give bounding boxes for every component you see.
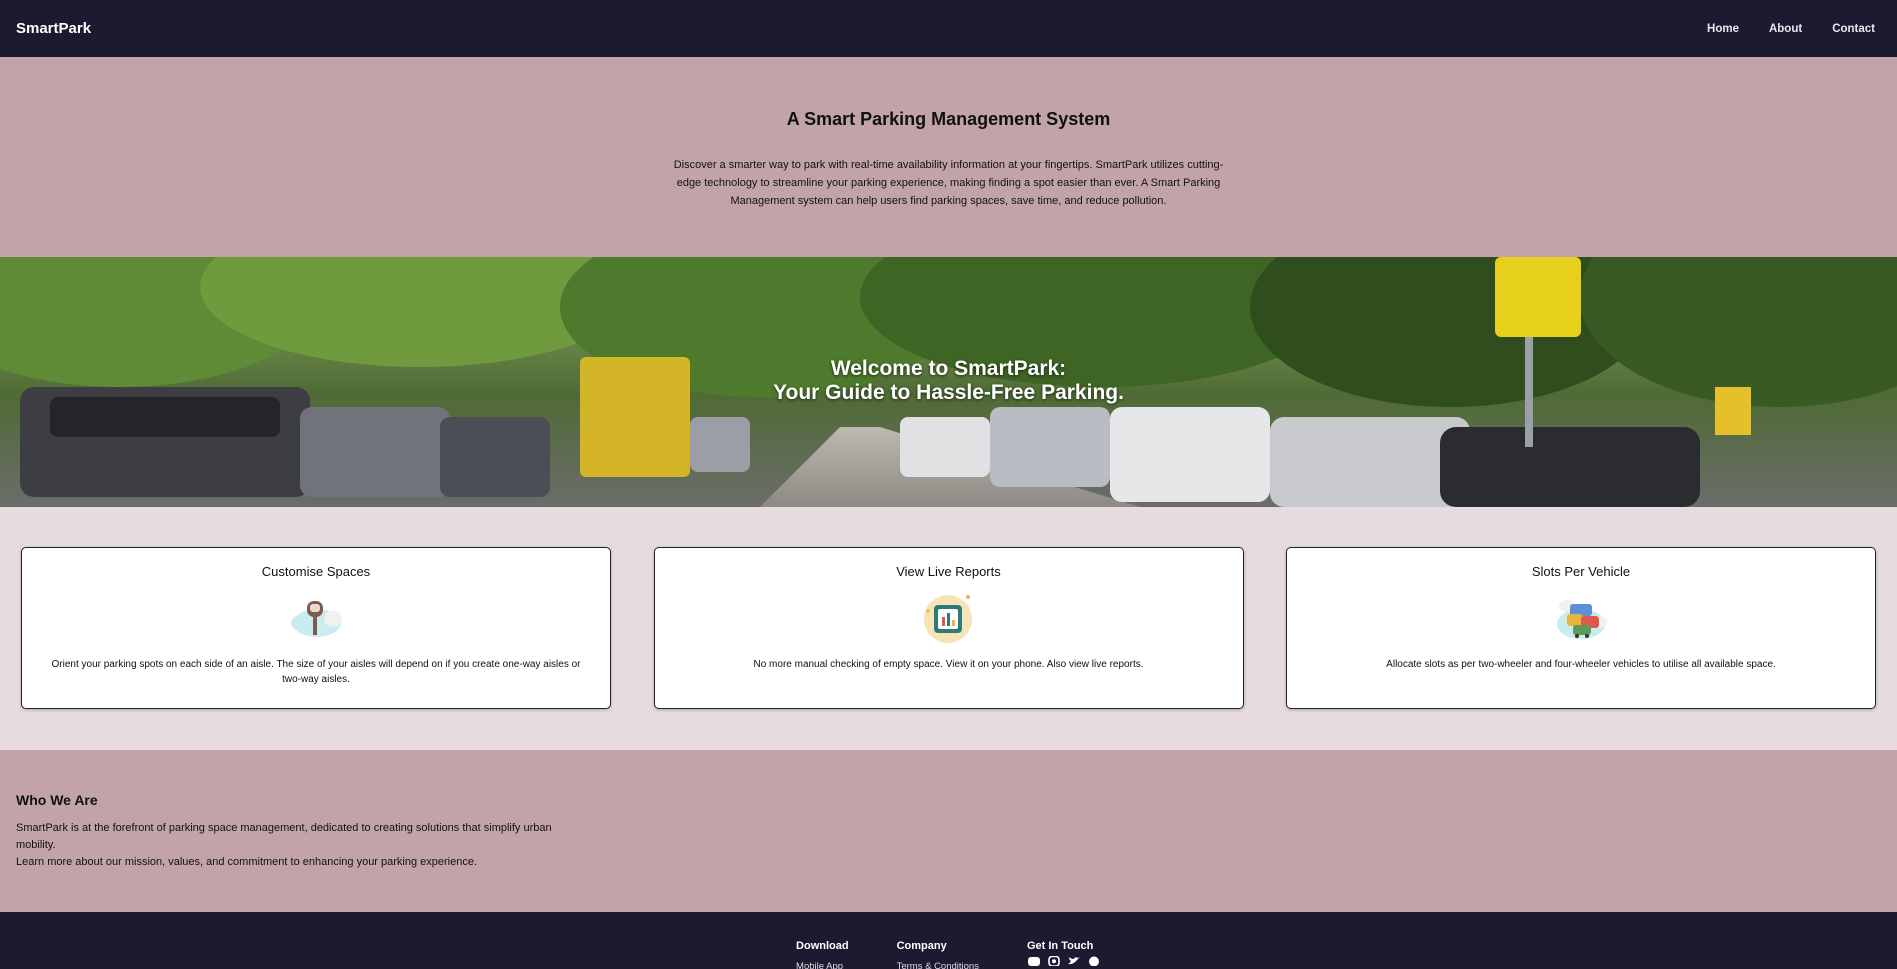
- who-text-1: SmartPark is at the forefront of parking…: [16, 822, 552, 851]
- footer-contact-title: Get In Touch: [1026, 940, 1094, 952]
- hero-line-1: Welcome to SmartPark:: [830, 357, 1067, 380]
- twitter-icon[interactable]: [1067, 956, 1081, 966]
- facebook-icon[interactable]: [1087, 956, 1101, 966]
- footer-download-title: Download: [796, 940, 849, 952]
- intro-title: A Smart Parking Management System: [786, 109, 1111, 129]
- feature-title: Slots Per Vehicle: [1531, 564, 1631, 579]
- feature-title: View Live Reports: [896, 564, 1001, 579]
- discord-icon[interactable]: [1027, 956, 1041, 966]
- instagram-icon[interactable]: [1047, 956, 1061, 966]
- parking-meter-icon: [291, 601, 342, 637]
- footer-company-title: Company: [896, 940, 947, 952]
- who-we-are-section: Who We Are SmartPark is at the forefront…: [0, 750, 1897, 912]
- hero-line-2: Your Guide to Hassle-Free Parking.: [773, 381, 1124, 404]
- who-title: Who We Are: [16, 792, 98, 808]
- terms-link[interactable]: Terms & Conditions: [897, 961, 979, 969]
- hero-banner: Welcome to SmartPark: Your Guide to Hass…: [0, 257, 1897, 507]
- footer-company-column: Company Terms & Conditions: [897, 940, 979, 969]
- nav-about-link[interactable]: About: [1769, 23, 1802, 35]
- mobile-app-link[interactable]: Mobile App: [796, 961, 843, 969]
- feature-card-customise-spaces: Customise Spaces Orient your parking spo…: [21, 547, 611, 709]
- vehicles-icon: [1557, 600, 1607, 639]
- nav-home-link[interactable]: Home: [1707, 23, 1739, 35]
- nav-links: Home About Contact: [1707, 23, 1881, 35]
- navbar: SmartPark Home About Contact: [0, 0, 1897, 57]
- feature-text: Orient your parking spots on each side o…: [51, 659, 581, 685]
- brand-logo[interactable]: SmartPark: [16, 20, 91, 37]
- features-section: Customise Spaces Orient your parking spo…: [0, 507, 1897, 750]
- intro-text: Discover a smarter way to park with real…: [673, 159, 1224, 207]
- hero-heading: Welcome to SmartPark: Your Guide to Hass…: [0, 357, 1897, 405]
- feature-title: Customise Spaces: [261, 564, 371, 579]
- feature-text: No more manual checking of empty space. …: [753, 659, 1144, 670]
- intro-section: A Smart Parking Management System Discov…: [0, 57, 1897, 257]
- footer-download-column: Download Mobile App: [796, 940, 849, 969]
- footer: Download Mobile App Company Terms & Cond…: [0, 912, 1897, 969]
- social-links: [1027, 956, 1101, 966]
- nav-contact-link[interactable]: Contact: [1832, 23, 1875, 35]
- feature-text: Allocate slots as per two-wheeler and fo…: [1386, 659, 1776, 670]
- footer-contact-column: Get In Touch: [1027, 940, 1101, 969]
- report-chart-icon: [923, 595, 972, 643]
- feature-card-view-live-reports: View Live Reports No more manual checkin…: [653, 547, 1244, 709]
- who-text-2: Learn more about our mission, values, an…: [16, 856, 478, 868]
- feature-card-slots-per-vehicle: Slots Per Vehicle Allocate slots as per …: [1286, 547, 1876, 709]
